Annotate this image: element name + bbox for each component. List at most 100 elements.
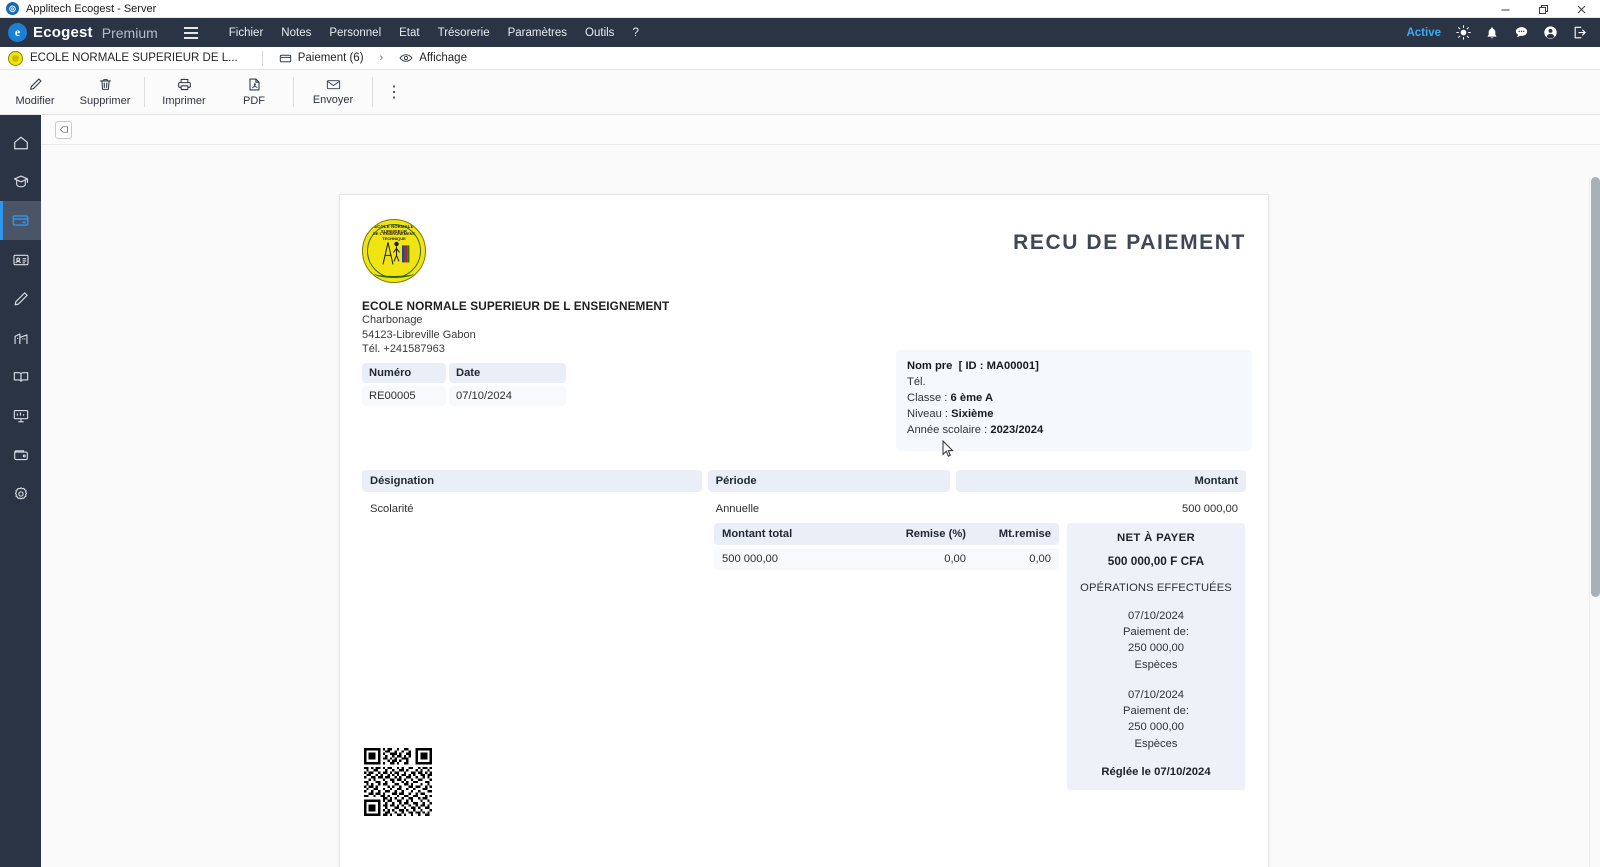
document-viewer: RECU DE PAIEMENT ECOLE NORMALE SUPERIEUR… [41,115,1600,867]
printer-icon [177,78,191,91]
imprimer-button[interactable]: Imprimer [149,70,219,114]
sidebar-item-library[interactable] [0,357,41,396]
logout-icon[interactable] [1566,18,1592,47]
student-niveau-line: Niveau : Sixième [907,407,1241,423]
id-card-icon [12,254,29,265]
breadcrumb: ECOLE NORMALE SUPERIEUR DE L... Paiement… [0,47,1600,70]
meta-column-date: Date 07/10/2024 [449,362,566,406]
document-title: RECU DE PAIEMENT [1013,231,1246,254]
student-id: [ ID : MA00001] [958,360,1039,372]
meta-value-date: 07/10/2024 [449,385,566,406]
net-to-pay-label: NET À PAYER [1117,532,1195,544]
item-periode: Annuelle [715,502,760,515]
operations-label: OPÉRATIONS EFFECTUÉES [1080,582,1232,594]
presentation-board-icon [13,409,28,422]
graduation-cap-icon [13,174,28,187]
items-header-periode: Période [707,469,951,492]
item-montant: 500 000,00 [1182,502,1238,515]
tag-back-icon[interactable] [55,120,72,139]
school-seal-icon [8,50,23,66]
brand-name: Ecogest [33,24,93,41]
settled-status: Réglée le 07/10/2024 [1101,765,1211,778]
modifier-button[interactable]: Modifier [0,70,70,114]
sidebar-item-reports[interactable] [0,318,41,357]
sidebar-item-students[interactable] [0,162,41,201]
breadcrumb-separator: › [379,52,384,64]
meta-header-numero: Numéro [362,362,446,383]
chat-icon[interactable] [1508,18,1534,47]
eye-icon [399,54,413,62]
scrollbar-thumb[interactable] [1591,177,1600,597]
maximize-restore-button[interactable] [1524,0,1562,18]
supprimer-label: Supprimer [79,95,131,107]
brand-logo-icon: e [8,23,27,42]
totals-value-montant-total: 500 000,00 [722,553,778,565]
student-annee-label: Année scolaire : [907,423,991,436]
app-body: RECU DE PAIEMENT ECOLE NORMALE SUPERIEUR… [0,115,1600,867]
menu-item-parametres[interactable]: Paramètres [499,21,576,45]
wallet-icon [13,449,28,460]
menu-item-personnel[interactable]: Personnel [320,21,390,45]
toolbar-divider-1 [144,77,145,107]
license-status-badge: Active [1406,26,1441,39]
operation-amount: 250 000,00 [1128,642,1184,655]
item-designation: Scolarité [370,502,414,515]
modifier-label: Modifier [15,95,55,107]
account-icon[interactable] [1537,18,1563,47]
totals-value-mt-remise: 0,00 [1029,553,1051,565]
meta-header-date: Date [449,362,566,383]
menu-item-outils[interactable]: Outils [576,21,623,45]
operation-entry: 07/10/2024 Paiement de: 250 000,00 Espèc… [1075,608,1237,673]
totals-value-remise-pct: 0,00 [944,553,966,565]
student-info-box: Nom pre [ ID : MA00001] Tél. Classe : 6 … [896,350,1252,451]
totals-header-montant-total: Montant total [722,528,793,540]
open-book-icon [13,371,28,382]
menu-item-fichier[interactable]: Fichier [220,21,273,45]
menu-item-notes[interactable]: Notes [272,21,320,45]
receipt-page: RECU DE PAIEMENT ECOLE NORMALE SUPERIEUR… [339,194,1269,867]
sidebar-item-board[interactable] [0,396,41,435]
menu-item-etat[interactable]: Etat [390,21,428,45]
menu-item-help[interactable]: ? [623,21,647,45]
brightness-icon[interactable] [1450,18,1476,47]
totals-header-row: Montant total Remise (%) Mt.remise [714,523,1059,545]
window-controls [1486,0,1600,18]
organisation-name: ECOLE NORMALE SUPERIEUR DE L ENSEIGNEMEN… [362,299,670,313]
hamburger-menu-icon[interactable] [178,18,204,47]
breadcrumb-school-label: ECOLE NORMALE SUPERIEUR DE L... [30,52,238,64]
more-options-button[interactable]: ⋮ [377,70,411,114]
menu-item-tresorerie[interactable]: Trésorerie [429,21,499,45]
student-annee-value: 2023/2024 [990,423,1044,436]
sidebar-item-id-card[interactable] [0,240,41,279]
imprimer-label: Imprimer [162,95,206,107]
sidebar-item-home[interactable] [0,123,41,162]
breadcrumb-item-paiement[interactable]: Paiement (6) [275,50,368,67]
breadcrumb-item-affichage[interactable]: Affichage [395,49,471,67]
close-button[interactable] [1562,0,1600,18]
minimize-button[interactable] [1486,0,1524,18]
totals-header-mt-remise: Mt.remise [998,528,1051,540]
operation-method: Espèces [1134,658,1178,671]
operation-date: 07/10/2024 [1128,610,1184,622]
home-icon [13,136,28,149]
school-seal-logo: ECOLE NORMALE SUPERIEUR DE L ENSEIGNEMEN… [362,219,426,283]
trash-icon [99,79,111,90]
sidebar-item-wallet[interactable] [0,435,41,474]
breadcrumb-school[interactable]: ECOLE NORMALE SUPERIEUR DE L... [8,50,250,66]
envoyer-button[interactable]: Envoyer [298,70,368,114]
organisation-address2: 54123-Libreville Gabon [362,328,476,341]
operation-amount: 250 000,00 [1128,721,1184,734]
sidebar-item-payments[interactable] [0,201,41,240]
supprimer-button[interactable]: Supprimer [70,70,140,114]
operation-method: Espèces [1134,737,1178,750]
sidebar-item-notes[interactable] [0,279,41,318]
pdf-button[interactable]: PDF [219,70,289,114]
viewer-toolbar [41,115,1600,145]
operation-entry: 07/10/2024 Paiement de: 250 000,00 Espèc… [1075,687,1237,752]
document-scroll-area[interactable]: RECU DE PAIEMENT ECOLE NORMALE SUPERIEUR… [41,146,1600,867]
qr-code [364,748,432,816]
bell-icon[interactable] [1479,18,1505,47]
sidebar-item-settings[interactable] [0,474,41,513]
vertical-scrollbar[interactable] [1589,177,1600,867]
card-icon [279,54,291,62]
